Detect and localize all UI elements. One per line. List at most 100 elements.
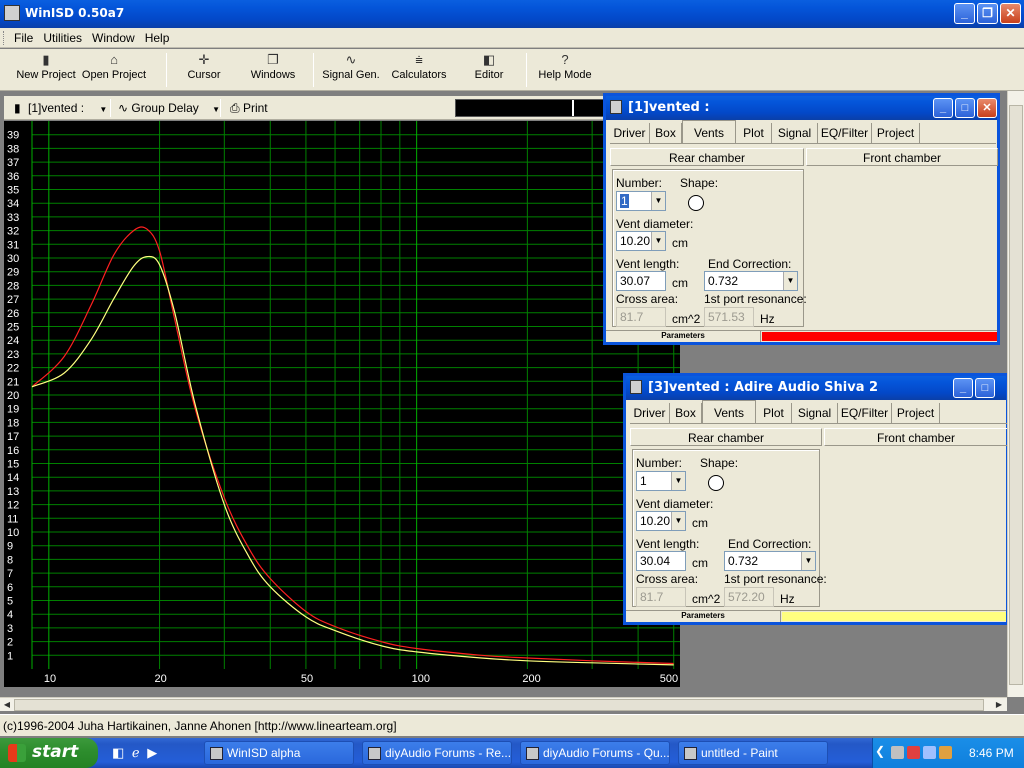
project1-vents-window[interactable]: [1]vented : _ □ ✕ Driver Box Vents Plot … — [603, 93, 1000, 345]
print-button[interactable]: ⎙ Print — [230, 101, 268, 116]
x-tick-label: 10 — [44, 673, 56, 685]
project3-maximize-button[interactable]: □ — [975, 378, 995, 398]
winisd-app-icon[interactable] — [4, 5, 20, 21]
vertical-scroll-thumb[interactable] — [1009, 105, 1023, 685]
horizontal-scroll-thumb[interactable] — [14, 699, 984, 711]
tray-network-icon[interactable] — [891, 746, 904, 759]
calculators-button[interactable]: ⩧ Calculators — [388, 51, 450, 87]
group-delay-graph[interactable]: 1 2 3 4 5 6 7 8 9 10 11 12 13 14 15 16 17 18 19 20 21 22 23 24 2… — [4, 121, 680, 687]
menu-file[interactable]: File — [8, 28, 37, 45]
windows-button[interactable]: ❐ Windows — [244, 51, 302, 87]
tab-signal[interactable]: Signal — [792, 403, 838, 423]
cursor-button[interactable]: ✛ Cursor — [176, 51, 232, 87]
round-shape-icon[interactable] — [708, 475, 724, 491]
tray-volume-icon[interactable] — [939, 746, 952, 759]
windows-logo-icon — [8, 744, 26, 762]
number-select[interactable]: 1 ▼ — [636, 471, 686, 491]
clock[interactable]: 8:46 PM — [969, 746, 1014, 760]
menu-utilities[interactable]: Utilities — [37, 28, 86, 45]
vertical-scrollbar[interactable] — [1007, 91, 1024, 697]
menu-help[interactable]: Help — [139, 28, 174, 45]
vent-diameter-select[interactable]: 10.20 ▼ — [636, 511, 686, 531]
rear-chamber-header[interactable]: Rear chamber — [610, 148, 804, 166]
tray-expand-icon[interactable]: ❮ — [875, 744, 885, 758]
front-chamber-header[interactable]: Front chamber — [806, 148, 998, 166]
project3-vents-window[interactable]: [3]vented : Adire Audio Shiva 2 _ □ Driv… — [623, 373, 1009, 625]
project-select[interactable]: [1]vented : ▼ — [28, 101, 107, 115]
tab-signal[interactable]: Signal — [772, 123, 818, 143]
scroll-right-arrow[interactable]: ▶ — [992, 699, 1006, 711]
tray-security-icon[interactable] — [907, 746, 920, 759]
y-tick-label: 22 — [7, 363, 19, 375]
toolbar-separator — [526, 53, 527, 87]
project1-minimize-button[interactable]: _ — [933, 98, 953, 118]
tab-project[interactable]: Project — [892, 403, 940, 423]
open-project-button[interactable]: ⌂ Open Project — [80, 51, 148, 87]
tab-eq-filter[interactable]: EQ/Filter — [838, 403, 892, 423]
tab-plot[interactable]: Plot — [756, 403, 792, 423]
menu-window[interactable]: Window — [86, 28, 139, 45]
vent-length-input[interactable]: 30.04 — [636, 551, 686, 571]
y-tick-label: 13 — [7, 486, 19, 498]
show-desktop-icon[interactable]: ◧ — [112, 745, 124, 760]
chevron-down-icon[interactable]: ▼ — [783, 272, 797, 290]
project3-minimize-button[interactable]: _ — [953, 378, 973, 398]
signal-gen-icon: ∿ — [345, 52, 357, 67]
vent-diameter-select[interactable]: 10.20 ▼ — [616, 231, 666, 251]
number-select[interactable]: 1 ▼ — [616, 191, 666, 211]
y-tick-label: 28 — [7, 280, 19, 292]
chevron-down-icon[interactable]: ▼ — [671, 512, 685, 530]
media-player-icon[interactable]: ▶ — [147, 745, 157, 760]
tab-box[interactable]: Box — [670, 403, 702, 423]
project1-close-button[interactable]: ✕ — [977, 98, 997, 118]
graph-type-select[interactable]: ∿ Group Delay ▼ — [118, 101, 220, 115]
task-diyaudio-2[interactable]: diyAudio Forums - Qu... — [520, 741, 670, 765]
task-diyaudio-1[interactable]: diyAudio Forums - Re... — [362, 741, 512, 765]
chevron-down-icon[interactable]: ▼ — [651, 192, 665, 210]
end-correction-select[interactable]: 0.732 ▼ — [724, 551, 816, 571]
tab-vents[interactable]: Vents — [702, 400, 756, 423]
horizontal-scrollbar[interactable]: ◀ ▶ — [0, 697, 1007, 711]
tab-plot[interactable]: Plot — [736, 123, 772, 143]
signal-gen-button[interactable]: ∿ Signal Gen. — [320, 51, 382, 87]
tab-box[interactable]: Box — [650, 123, 682, 143]
y-tick-label: 16 — [7, 445, 19, 457]
toolbar-separator — [313, 53, 314, 87]
task-paint[interactable]: untitled - Paint — [678, 741, 828, 765]
internet-explorer-icon[interactable]: ℯ — [132, 745, 140, 760]
end-correction-select[interactable]: 0.732 ▼ — [704, 271, 798, 291]
vent-length-unit: cm — [672, 276, 688, 290]
start-button[interactable]: start — [0, 738, 98, 768]
front-chamber-header[interactable]: Front chamber — [824, 428, 1008, 446]
minimize-button[interactable]: _ — [954, 3, 975, 24]
chevron-down-icon[interactable]: ▼ — [651, 232, 665, 250]
chevron-down-icon[interactable]: ▼ — [671, 472, 685, 490]
task-winisd[interactable]: WinISD alpha — [204, 741, 354, 765]
rear-chamber-header[interactable]: Rear chamber — [630, 428, 822, 446]
project1-maximize-button[interactable]: □ — [955, 98, 975, 118]
close-button[interactable]: ✕ — [1000, 3, 1021, 24]
tab-driver[interactable]: Driver — [630, 403, 670, 423]
new-project-icon: ▮ — [42, 52, 50, 67]
status-bar: (c)1996-2004 Juha Hartikainen, Janne Aho… — [0, 714, 1024, 736]
tab-project[interactable]: Project — [872, 123, 920, 143]
round-shape-icon[interactable] — [688, 195, 704, 211]
vent-diameter-label: Vent diameter: — [616, 217, 694, 231]
y-tick-label: 17 — [7, 431, 19, 443]
vent-length-input[interactable]: 30.07 — [616, 271, 666, 291]
project1-color-bar — [762, 332, 997, 341]
system-tray: ❮ 8:46 PM — [872, 738, 1024, 768]
vent-length-unit: cm — [692, 556, 708, 570]
y-tick-label: 26 — [7, 308, 19, 320]
y-tick-label: 18 — [7, 417, 19, 429]
help-mode-button[interactable]: ? Help Mode — [536, 51, 594, 87]
tab-eq-filter[interactable]: EQ/Filter — [818, 123, 872, 143]
editor-button[interactable]: ◧ Editor — [464, 51, 514, 87]
tray-monitor-icon[interactable] — [923, 746, 936, 759]
chevron-down-icon[interactable]: ▼ — [801, 552, 815, 570]
scroll-left-arrow[interactable]: ◀ — [0, 699, 14, 711]
new-project-button[interactable]: ▮ New Project — [14, 51, 78, 87]
tab-driver[interactable]: Driver — [610, 123, 650, 143]
restore-button[interactable]: ❐ — [977, 3, 998, 24]
tab-vents[interactable]: Vents — [682, 120, 736, 143]
